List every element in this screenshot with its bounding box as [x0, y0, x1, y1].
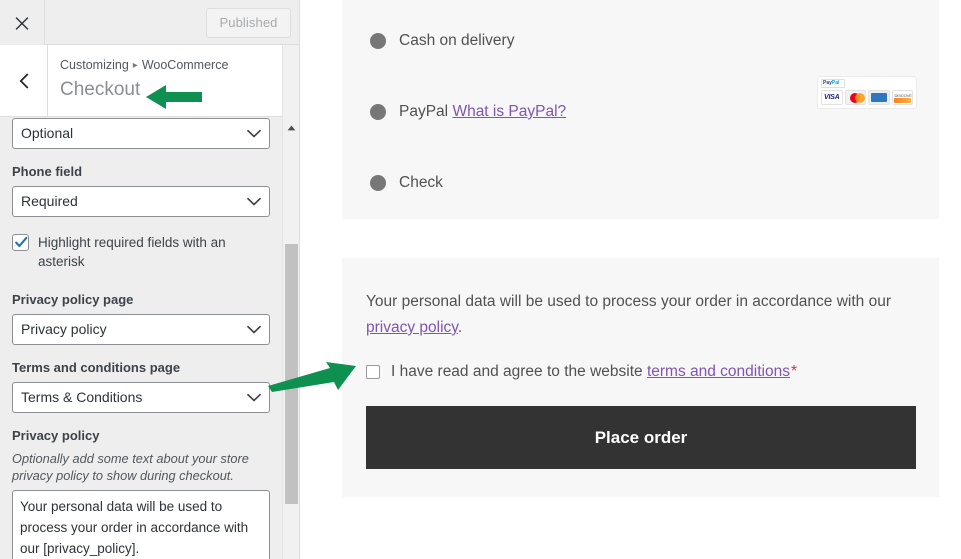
- place-order-button[interactable]: Place order: [366, 406, 916, 469]
- privacy-policy-page-value: Privacy policy: [21, 321, 107, 337]
- terms-acceptance-row[interactable]: I have read and agree to the website ter…: [366, 362, 797, 382]
- payment-methods-card: Cash on delivery PayPal What is PayPal? …: [342, 0, 939, 219]
- checkout-preview: Cash on delivery PayPal What is PayPal? …: [301, 0, 961, 559]
- mastercard-right-circle: [854, 92, 865, 103]
- what-is-paypal-link[interactable]: What is PayPal?: [452, 103, 566, 120]
- privacy-policy-page-label: Privacy policy page: [12, 292, 134, 307]
- terms-and-conditions-link[interactable]: terms and conditions: [647, 363, 790, 380]
- required-asterisk: *: [790, 363, 798, 380]
- breadcrumb-parent[interactable]: WooCommerce: [142, 58, 229, 72]
- control-phone-field: Phone field Required: [12, 163, 271, 217]
- scrollbar-thumb[interactable]: [285, 244, 298, 504]
- customizer-screen: Published Customizing ▸ WooCommerce Checko…: [0, 0, 961, 559]
- card-logos-row: VISA DISCOVER: [821, 90, 913, 105]
- back-button[interactable]: [0, 45, 48, 116]
- terms-page-label: Terms and conditions page: [12, 360, 181, 375]
- payment-method-cod[interactable]: Cash on delivery: [370, 30, 514, 52]
- company-field-value: Optional: [21, 125, 74, 141]
- chevron-down-icon: [247, 315, 261, 344]
- customizer-topbar: Published: [0, 0, 299, 45]
- payment-method-label: Cash on delivery: [399, 32, 515, 49]
- visa-icon: VISA: [821, 90, 843, 105]
- payment-method-paypal[interactable]: PayPal What is PayPal?: [370, 101, 566, 123]
- terms-page-select[interactable]: Terms & Conditions: [12, 382, 270, 413]
- mastercard-icon: [844, 90, 866, 105]
- scroll-up-button[interactable]: [283, 118, 299, 135]
- visa-label: VISA: [823, 94, 840, 101]
- terms-page-value: Terms & Conditions: [21, 389, 143, 405]
- payment-method-check[interactable]: Check: [370, 172, 443, 194]
- control-privacy-policy-page: Privacy policy page Privacy policy: [12, 291, 271, 345]
- published-button[interactable]: Published: [206, 8, 291, 38]
- privacy-policy-textarea[interactable]: [12, 490, 270, 559]
- terms-checkbox[interactable]: [366, 365, 380, 379]
- privacy-policy-link[interactable]: privacy policy: [366, 319, 458, 336]
- customizer-section-header: Customizing ▸ WooCommerce Checkout: [0, 45, 299, 117]
- payment-method-label: Check: [399, 174, 443, 191]
- radio-icon[interactable]: [370, 104, 386, 120]
- customizer-controls-pane: Optional Phone field Required Highlight …: [0, 118, 283, 559]
- breadcrumb: Customizing ▸ WooCommerce: [60, 57, 290, 74]
- terms-label: I have read and agree to the website ter…: [391, 362, 797, 382]
- triangle-up-icon: [287, 118, 296, 136]
- radio-icon[interactable]: [370, 175, 386, 191]
- control-terms-page: Terms and conditions page Terms & Condit…: [12, 359, 271, 413]
- paypal-logo-icon: Pay Pal: [821, 79, 845, 88]
- close-customizer-button[interactable]: [0, 0, 45, 45]
- privacy-policy-page-select[interactable]: Privacy policy: [12, 314, 270, 345]
- scrollbar-stub: [282, 45, 299, 118]
- privacy-terms-card: Your personal data will be used to proce…: [342, 258, 939, 497]
- radio-icon[interactable]: [370, 33, 386, 49]
- phone-field-label: Phone field: [12, 164, 83, 179]
- paypal-brand-pay: Pay: [823, 80, 832, 86]
- paypal-brand-pal: Pal: [831, 80, 840, 86]
- phone-field-value: Required: [21, 193, 78, 209]
- control-privacy-policy-text: Privacy policy Optionally add some text …: [12, 427, 271, 559]
- page-title: Checkout: [60, 79, 141, 100]
- terms-text-before: I have read and agree to the website: [391, 363, 647, 380]
- company-field-select[interactable]: Optional: [12, 118, 270, 149]
- highlight-required-checkbox-row[interactable]: Highlight required fields with an asteri…: [12, 233, 271, 271]
- highlight-required-checkbox[interactable]: [12, 234, 29, 251]
- highlight-required-label: Highlight required fields with an asteri…: [38, 235, 226, 269]
- privacy-policy-description: Optionally add some text about your stor…: [12, 451, 249, 483]
- chevron-left-icon: [18, 72, 30, 90]
- privacy-text-before: Your personal data will be used to proce…: [366, 293, 892, 310]
- privacy-policy-text: Your personal data will be used to proce…: [366, 289, 906, 341]
- chevron-down-icon: [247, 187, 261, 216]
- breadcrumb-root[interactable]: Customizing: [60, 58, 129, 72]
- amex-icon: [868, 90, 890, 105]
- sidebar-scrollbar[interactable]: [282, 118, 299, 559]
- privacy-text-after: .: [457, 319, 463, 336]
- privacy-policy-label: Privacy policy: [12, 428, 100, 443]
- close-icon: [15, 16, 29, 30]
- payment-method-name: PayPal: [399, 103, 449, 120]
- breadcrumb-and-title: Customizing ▸ WooCommerce Checkout: [60, 57, 290, 103]
- discover-icon: DISCOVER: [891, 90, 913, 105]
- accepted-cards-image: Pay Pal VISA DISCOVER: [818, 77, 916, 108]
- breadcrumb-separator-icon: ▸: [132, 60, 138, 71]
- customizer-sidebar: Published Customizing ▸ WooCommerce Checko…: [0, 0, 300, 559]
- chevron-down-icon: [247, 119, 261, 148]
- payment-method-label: PayPal What is PayPal?: [399, 101, 566, 123]
- phone-field-select[interactable]: Required: [12, 186, 270, 217]
- discover-bar: [893, 98, 911, 103]
- amex-block: [870, 93, 887, 102]
- control-company-field: Optional: [12, 118, 271, 149]
- chevron-down-icon: [247, 383, 261, 412]
